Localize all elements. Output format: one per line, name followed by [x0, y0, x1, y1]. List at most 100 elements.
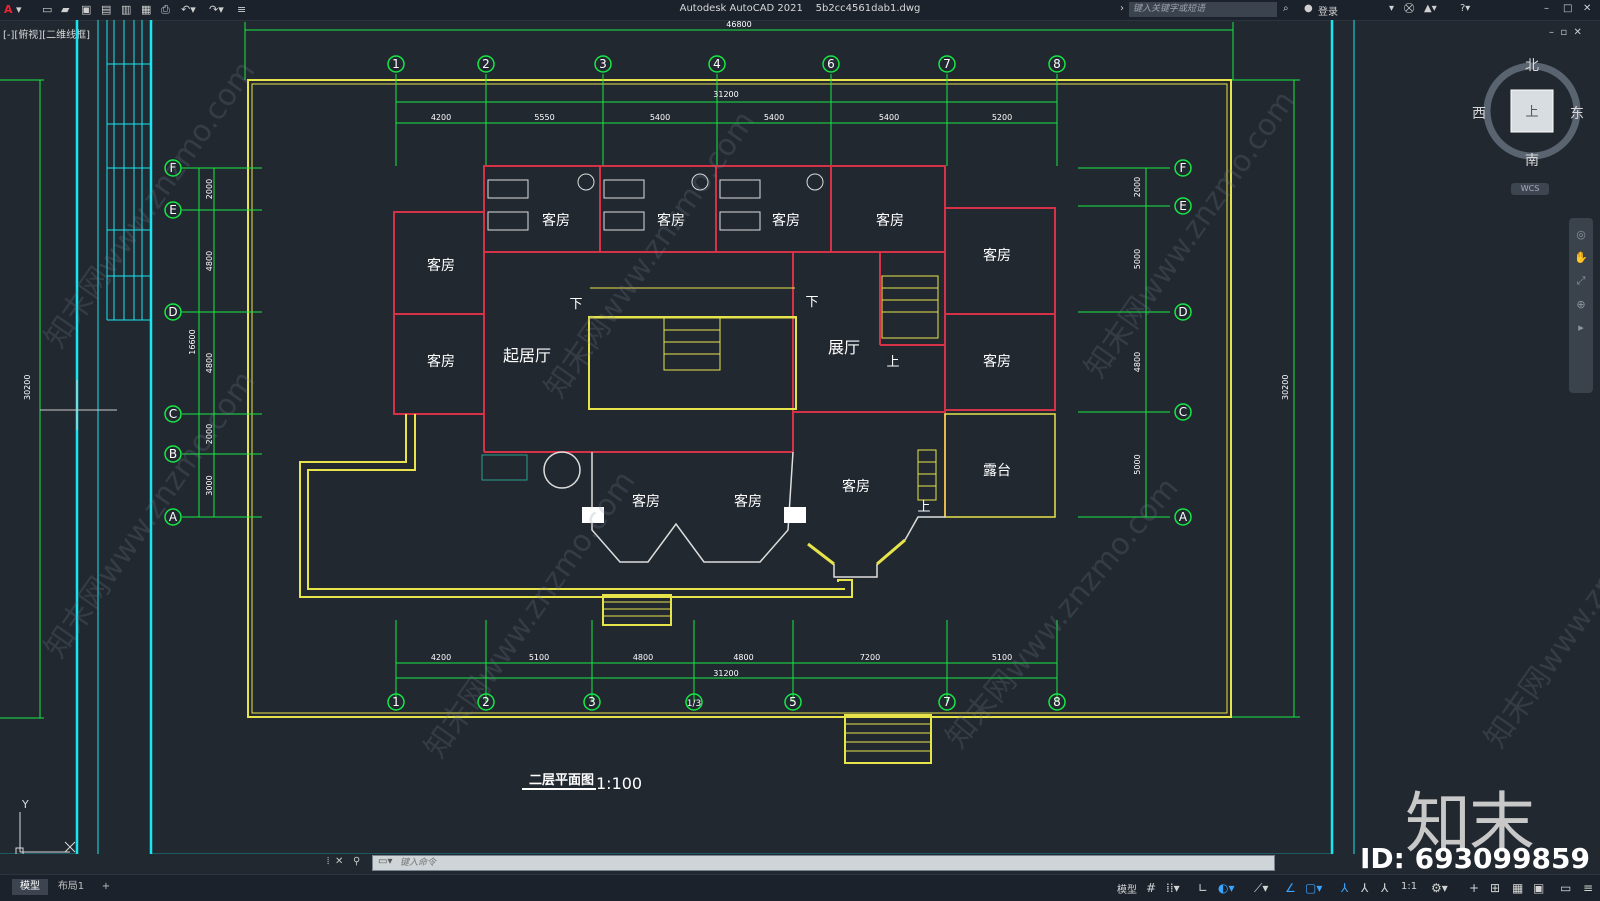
watermark-id: ID: 693099859 [1360, 842, 1590, 875]
zoom-icon[interactable]: ⤢ [1569, 274, 1593, 288]
model-space-toggle[interactable]: 模型 [1117, 881, 1137, 896]
top-dim-4: 5400 [764, 113, 784, 122]
room-guest-9: 客房 [632, 493, 660, 510]
orbit-icon[interactable]: ⊕ [1569, 298, 1593, 311]
search-icon[interactable]: ⌕ [1283, 3, 1289, 14]
login-chevron-icon[interactable]: ▾ [1389, 3, 1394, 14]
annotation-scale-value[interactable]: 1:1 [1401, 881, 1417, 892]
wcs-menu[interactable]: WCS [1511, 183, 1549, 195]
pan-icon[interactable]: ✋ [1569, 251, 1593, 264]
axis-label-bottom-3: 3 [588, 695, 596, 709]
watermark-6: 知末网www.znzmo.com [1078, 85, 1303, 385]
login-link[interactable]: 登录 [1318, 3, 1338, 18]
bottom-dim-3: 4800 [633, 653, 653, 662]
quick-properties-icon[interactable]: ▦ [1512, 881, 1523, 895]
osnap-icon[interactable]: ▢▾ [1305, 881, 1322, 895]
stair-up-hall: 上 [886, 355, 899, 370]
graphics-performance-icon[interactable]: ▣ [1533, 881, 1544, 895]
axis-label-left-C: C [169, 407, 177, 421]
compass-west[interactable]: 西 [1472, 103, 1486, 123]
polar-icon[interactable]: ◐▾ [1218, 881, 1235, 895]
axis-label-bottom-5: 5 [789, 695, 797, 709]
recent-commands-icon[interactable]: ▭▾ [378, 856, 392, 867]
navigation-bar[interactable]: ◎ ✋ ⤢ ⊕ ▸ [1569, 218, 1593, 393]
tab-add[interactable]: + [96, 879, 116, 895]
annotation-visibility-icon[interactable]: ⅄ [1341, 881, 1348, 895]
cart-icon[interactable]: ⛒ [1404, 3, 1414, 14]
watermark-7: 知末网www.znzmo.com [1478, 455, 1600, 755]
top-dim-6: 5200 [992, 113, 1012, 122]
drawing-title: 二层平面图 [529, 773, 595, 788]
room-living: 起居厅 [503, 346, 551, 365]
compass-east[interactable]: 东 [1570, 103, 1584, 123]
left-dim-2: 4800 [205, 251, 214, 271]
axis-label-bottom-6: 7 [943, 695, 951, 709]
axis-label-bottom-1: 1 [392, 695, 400, 709]
ortho-icon[interactable]: ∟ [1198, 881, 1208, 895]
grid-icon[interactable]: # [1146, 881, 1156, 895]
compass-south[interactable]: 南 [1525, 150, 1539, 170]
close-icon[interactable]: ✕ [1583, 3, 1591, 14]
bottom-dim-2: 5100 [529, 653, 549, 662]
bottom-dim-4: 4800 [733, 653, 753, 662]
user-icon[interactable]: ● [1304, 3, 1313, 14]
status-bar: 模型 布局1 + 模型 # ⁞⁞▾ ∟ ◐▾ ⟋▾ ∠ ▢▾ ⅄ ⅄ ⅄ 1:1… [0, 874, 1600, 901]
bottom-dim-1: 4200 [431, 653, 451, 662]
viewcube-top: 上 [1525, 105, 1538, 120]
left-dim-1: 2000 [205, 179, 214, 199]
overall-height-left-label: 16600 [188, 329, 197, 354]
autoscale-icon[interactable]: ⅄ [1361, 881, 1368, 895]
tab-model[interactable]: 模型 [12, 879, 48, 895]
workspace-icon[interactable]: ⚙▾ [1431, 881, 1448, 895]
osnap-tracking-icon[interactable]: ∠ [1285, 881, 1296, 895]
axis-label-top-7: 7 [943, 57, 951, 71]
minimize-icon[interactable]: – [1544, 3, 1549, 14]
stair-down-right: 下 [805, 295, 818, 310]
room-guest-10: 客房 [734, 493, 762, 510]
steering-wheel-icon[interactable]: ◎ [1569, 228, 1593, 241]
right-dim-4: 5000 [1133, 454, 1142, 474]
clean-screen-icon[interactable]: ▭ [1560, 881, 1571, 895]
title-bar: A ▾ ▭ ▰ ▣ ▤ ▥ ▦ ⎙ ↶▾ ↷▾ ≡ Autodesk AutoC… [0, 0, 1600, 21]
customization-icon[interactable]: ≡ [1583, 881, 1593, 895]
annotation-monitor-icon[interactable]: + [1469, 881, 1479, 895]
axis-label-top-4: 4 [713, 57, 721, 71]
command-customize-icon[interactable]: ⚲ [353, 856, 360, 867]
snap-icon[interactable]: ⁞⁞▾ [1166, 881, 1180, 895]
overall-width-top-label: 31200 [713, 90, 738, 99]
drawing-scale: 1:100 [596, 774, 643, 793]
command-input[interactable]: 键入命令 [372, 855, 1275, 871]
right-dim-2: 5000 [1133, 249, 1142, 269]
watermark-3: 知末网www.znzmo.com [418, 465, 643, 765]
svg-text:Y: Y [21, 798, 29, 811]
autodesk-app-icon[interactable]: ▲▾ [1424, 3, 1437, 14]
axis-label-bottom-7: 8 [1053, 695, 1061, 709]
units-icon[interactable]: ⊞ [1490, 881, 1500, 895]
search-expand-icon[interactable]: › [1120, 3, 1124, 14]
search-input[interactable]: 键入关键字或短语 [1129, 2, 1277, 17]
help-icon[interactable]: ?▾ [1460, 3, 1470, 14]
command-grip-icon[interactable]: ⦙ [327, 856, 329, 867]
bottom-dim-5: 7200 [860, 653, 880, 662]
room-guest-6: 客房 [427, 353, 455, 370]
axis-label-top-3: 3 [599, 57, 607, 71]
left-dim-5: 3000 [205, 475, 214, 495]
drawing-canvas[interactable]: 30200 Y 46800 30200 31200 4200 5550 5400 540… [0, 20, 1600, 854]
tab-layout1[interactable]: 布局1 [52, 879, 90, 895]
window-title: Autodesk AutoCAD 2021 5b2cc4561dab1.dwg [0, 3, 1600, 14]
axis-label-top-6: 6 [827, 57, 835, 71]
axis-label-top-8: 8 [1053, 57, 1061, 71]
room-terrace: 露台 [983, 463, 1011, 479]
axis-label-bottom-4: 1/3 [687, 699, 701, 709]
compass-north[interactable]: 北 [1525, 55, 1539, 75]
command-close-icon[interactable]: ✕ [335, 856, 343, 867]
room-hall: 展厅 [828, 338, 860, 357]
annotation-scale-icon[interactable]: ⅄ [1381, 881, 1388, 895]
overall-width-bottom-label: 31200 [713, 669, 738, 678]
axis-label-right-A: A [1179, 510, 1188, 524]
stair-up-terrace: 上 [917, 500, 930, 515]
maximize-icon[interactable]: □ [1563, 3, 1572, 14]
stair-down-left: 下 [569, 297, 582, 312]
showmotion-icon[interactable]: ▸ [1569, 321, 1593, 334]
isodraft-icon[interactable]: ⟋▾ [1254, 881, 1268, 896]
